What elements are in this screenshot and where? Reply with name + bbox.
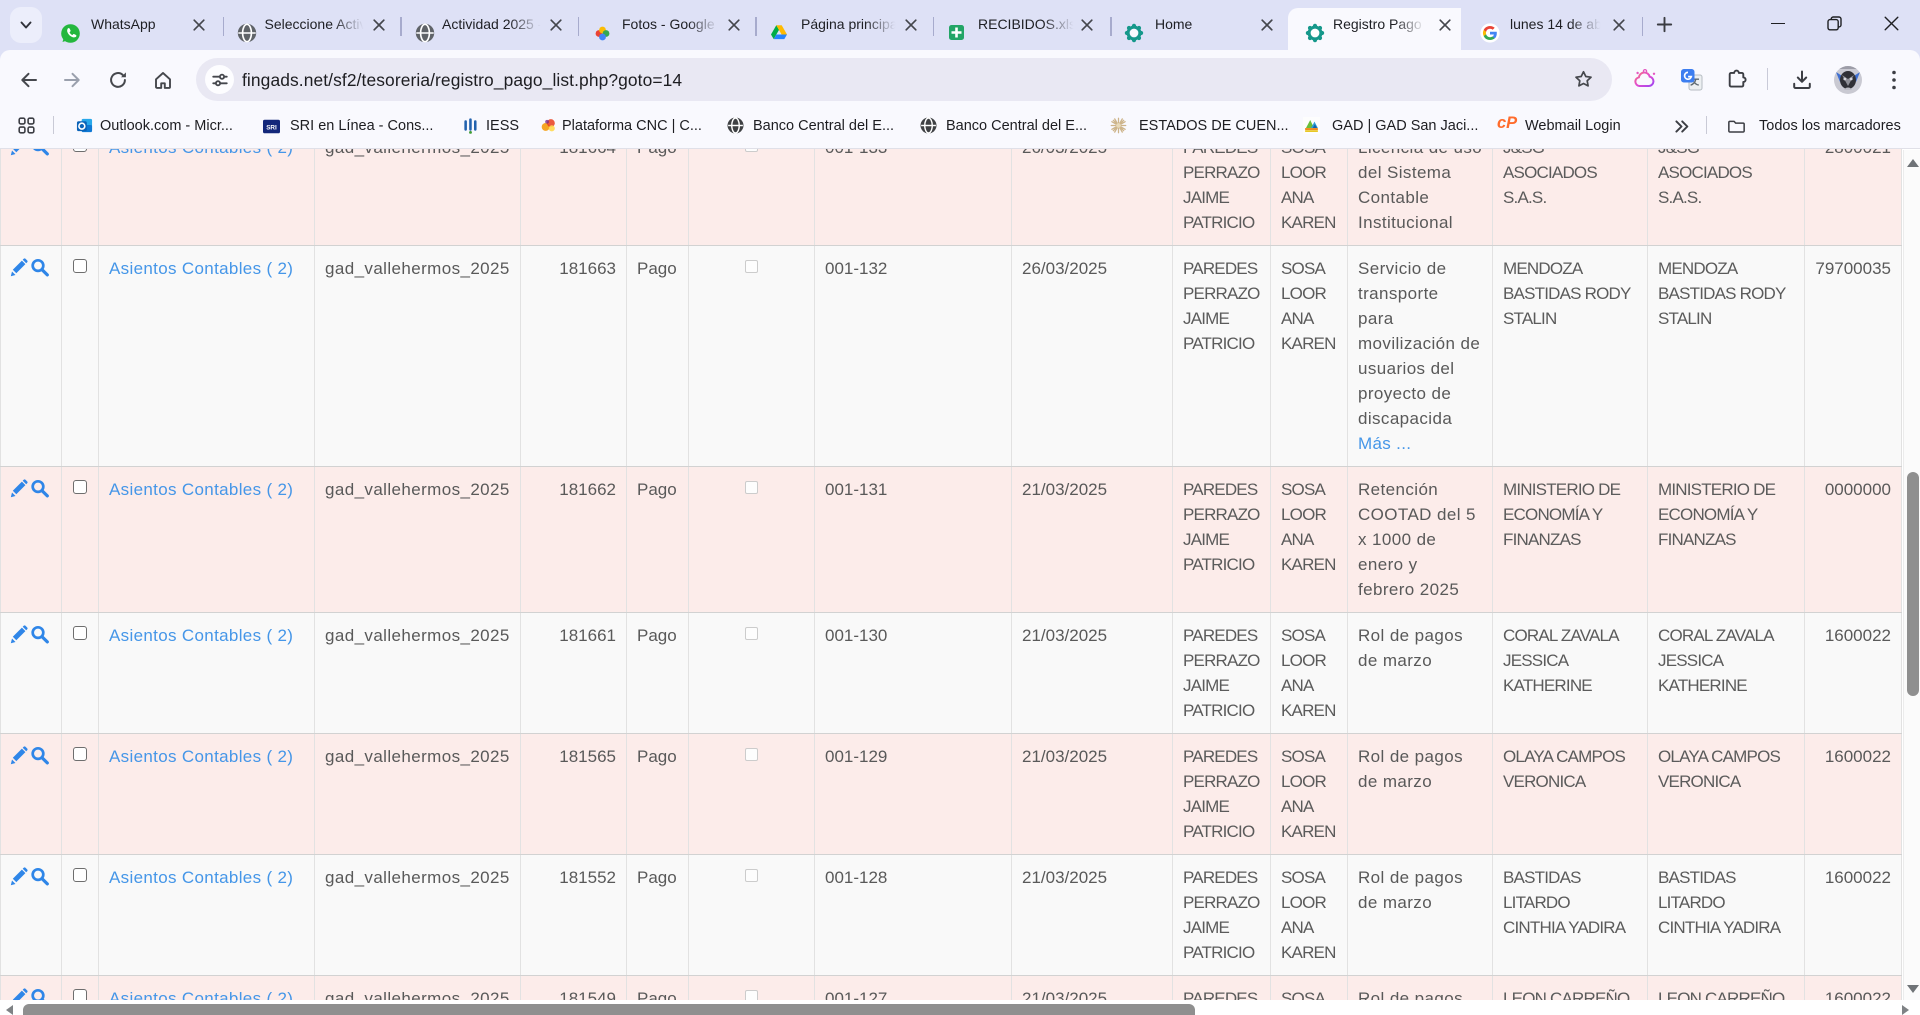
- svg-text:SRI: SRI: [266, 124, 277, 131]
